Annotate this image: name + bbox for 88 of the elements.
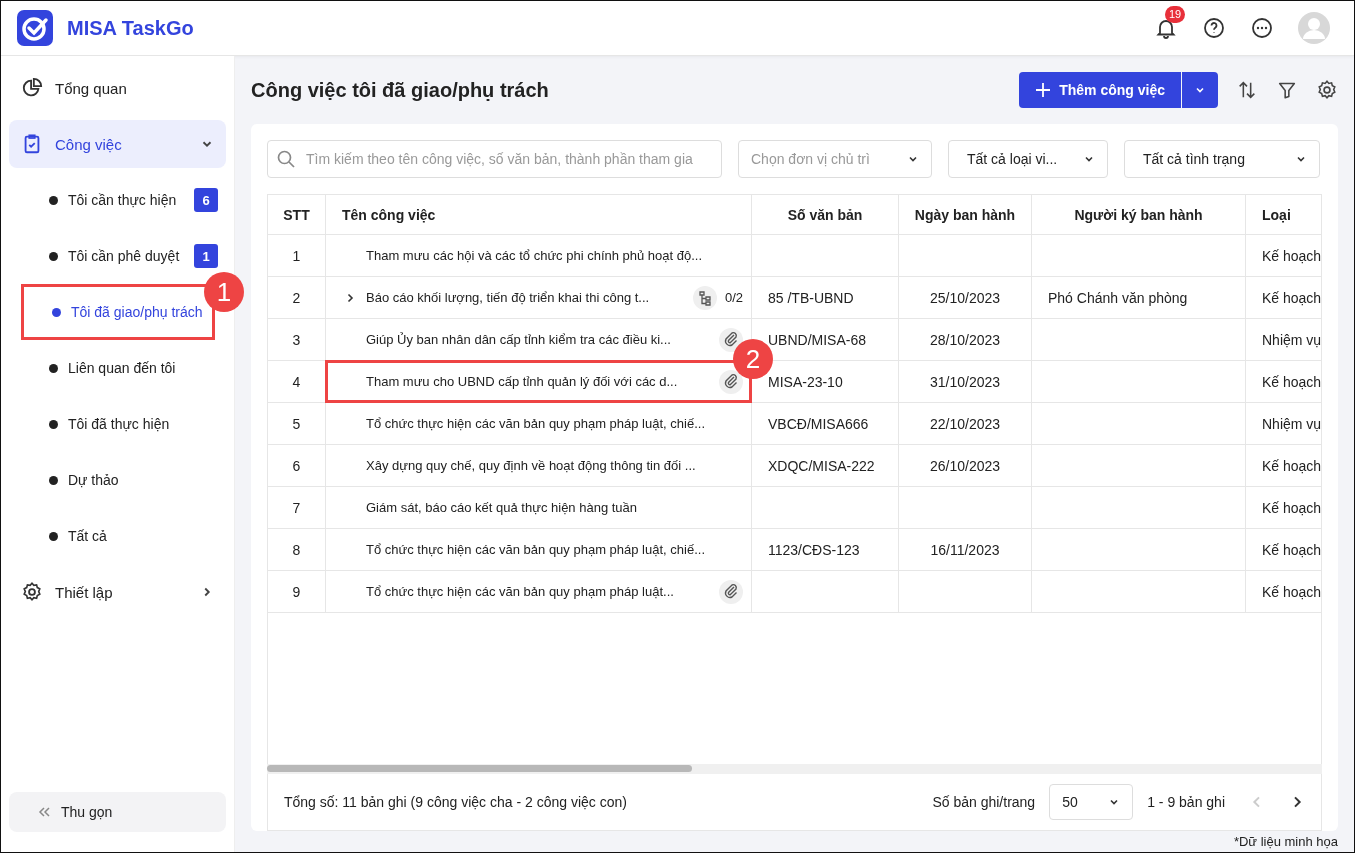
- search-icon: [276, 149, 296, 169]
- table-cell-text: Kế hoạch: [1261, 498, 1321, 518]
- task-name[interactable]: Giám sát, báo cáo kết quả thực hiện hàng tuần: [366, 500, 743, 515]
- sidebar-item[interactable]: Công việc: [9, 120, 226, 168]
- column-header: Số văn bản: [752, 195, 899, 234]
- collapse-button[interactable]: Thu gọn: [9, 792, 226, 832]
- column-header: Tên công việc: [326, 195, 752, 234]
- bullet-icon: [49, 195, 58, 205]
- task-name[interactable]: Giúp Ủy ban nhân dân cấp tỉnh kiểm tra các điều ki...: [366, 332, 713, 347]
- count-badge: 1: [194, 244, 218, 268]
- subtask-icon: [692, 285, 717, 310]
- table-cell: Phó Chánh văn phòng: [1032, 277, 1246, 318]
- search-field[interactable]: Tìm kiếm theo tên công việc, số văn bản, thành phần tham gia: [267, 140, 722, 178]
- sort-icon[interactable]: [1236, 79, 1258, 101]
- page-size-select[interactable]: 50: [1049, 784, 1134, 820]
- bullet-icon: [49, 531, 58, 541]
- dropdown-field[interactable]: Tất cả loại vi...: [948, 140, 1108, 178]
- task-name[interactable]: Báo cáo khối lượng, tiến độ triển khai thi công t...: [366, 290, 687, 305]
- sidebar-subitem[interactable]: Tất cả: [9, 508, 226, 564]
- table-cell-text: Kế hoạch: [1261, 288, 1321, 308]
- column-header: Ngày ban hành: [899, 195, 1032, 234]
- task-name[interactable]: Tổ chức thực hiện các văn bản quy phạm pháp luật, chiế...: [366, 542, 743, 557]
- table-cell: VBCĐ/MISA666: [752, 403, 899, 444]
- table-cell: 3: [268, 319, 326, 360]
- table-cell-text: Kế hoạch: [1261, 246, 1321, 266]
- task-name[interactable]: Tổ chức thực hiện các văn bản quy phạm pháp luật, chiế...: [366, 416, 743, 431]
- bullet-icon: [49, 419, 58, 429]
- table-cell-text: Kế hoạch: [1261, 372, 1321, 392]
- table-cell: 31/10/2023: [899, 361, 1032, 402]
- column-header: Người ký ban hành: [1032, 195, 1246, 234]
- table-cell: 1: [268, 235, 326, 276]
- table-cell: 9: [268, 571, 326, 612]
- scrollbar-thumb[interactable]: [267, 765, 692, 772]
- table-cell-text: Kế hoạch: [1261, 540, 1321, 560]
- settings-icon: [21, 581, 43, 603]
- table-cell: 85 /TB-UBND: [752, 277, 899, 318]
- logo-icon: [17, 10, 53, 46]
- table-cell: 25/10/2023: [899, 277, 1032, 318]
- column-header: Loại: [1261, 205, 1292, 225]
- table-cell: 8: [268, 529, 326, 570]
- pie-chart-icon: [21, 77, 43, 99]
- table-cell: 1123/CĐS-123: [752, 529, 899, 570]
- sidebar-subitem[interactable]: Dự thảo: [9, 452, 226, 508]
- dropdown-field[interactable]: Tất cả tình trạng: [1124, 140, 1320, 178]
- table-cell-text: Nhiệm vụ: [1261, 330, 1321, 350]
- footnote: *Dữ liệu minh họa: [1232, 833, 1338, 851]
- step-marker: 1: [204, 272, 244, 312]
- table-cell-text: Kế hoạch: [1261, 456, 1321, 476]
- double-chevron-icon: [37, 806, 51, 818]
- sidebar-subitem[interactable]: Tôi đã thực hiện: [9, 396, 226, 452]
- sidebar-item[interactable]: Tổng quan: [9, 64, 226, 112]
- count-badge: 6: [194, 188, 218, 212]
- task-name[interactable]: Tham mưu cho UBND cấp tỉnh quản lý đối với các d...: [366, 374, 713, 389]
- settings-icon[interactable]: [1316, 79, 1338, 101]
- bullet-icon: [49, 475, 58, 485]
- table-cell: 22/10/2023: [899, 403, 1032, 444]
- sidebar-subitem[interactable]: Tôi cần thực hiện 6: [9, 172, 226, 228]
- table-cell: 6: [268, 445, 326, 486]
- more-icon[interactable]: [1250, 16, 1274, 40]
- bullet-icon: [49, 363, 58, 373]
- table-cell: XDQC/MISA-222: [752, 445, 899, 486]
- table-cell-text: Kế hoạch: [1261, 582, 1321, 602]
- table-cell: 4: [268, 361, 326, 402]
- table-cell: 7: [268, 487, 326, 528]
- task-name[interactable]: Tổ chức thực hiện các văn bản quy phạm pháp luật...: [366, 584, 713, 599]
- table-cell: 28/10/2023: [899, 319, 1032, 360]
- table-cell: 26/10/2023: [899, 445, 1032, 486]
- task-name[interactable]: Xây dựng quy chế, quy định về hoạt động thông tin đối ...: [366, 458, 743, 473]
- page-size-label: Số bản ghi/trang: [932, 794, 1036, 810]
- table-cell-text: Nhiệm vụ: [1261, 414, 1321, 434]
- plus-icon: [1035, 82, 1052, 98]
- sidebar-item[interactable]: Thiết lập: [9, 568, 226, 616]
- subtask-count: 0/2: [724, 290, 743, 305]
- record-range: 1 - 9 bản ghi: [1147, 794, 1225, 810]
- record-total: Tổng số: 11 bản ghi (9 công việc cha - 2 công việc con): [284, 794, 627, 810]
- table-cell: 5: [268, 403, 326, 444]
- page-title: Công việc tôi đã giao/phụ trách: [251, 78, 549, 102]
- help-icon[interactable]: [1202, 16, 1226, 40]
- notification-badge: 19: [1165, 6, 1186, 23]
- table-cell: 16/11/2023: [899, 529, 1032, 570]
- column-header: STT: [268, 195, 326, 234]
- table-cell: 2: [268, 277, 326, 318]
- task-name[interactable]: Tham mưu các hội và các tổ chức phi chính phủ hoạt độ...: [366, 248, 743, 263]
- bullet-icon: [49, 251, 58, 261]
- sidebar-subitem[interactable]: Liên quan đến tôi: [9, 340, 226, 396]
- app-name: MISA TaskGo: [67, 16, 194, 40]
- bullet-icon: [52, 307, 61, 317]
- add-task-button[interactable]: Thêm công việc: [1019, 72, 1181, 108]
